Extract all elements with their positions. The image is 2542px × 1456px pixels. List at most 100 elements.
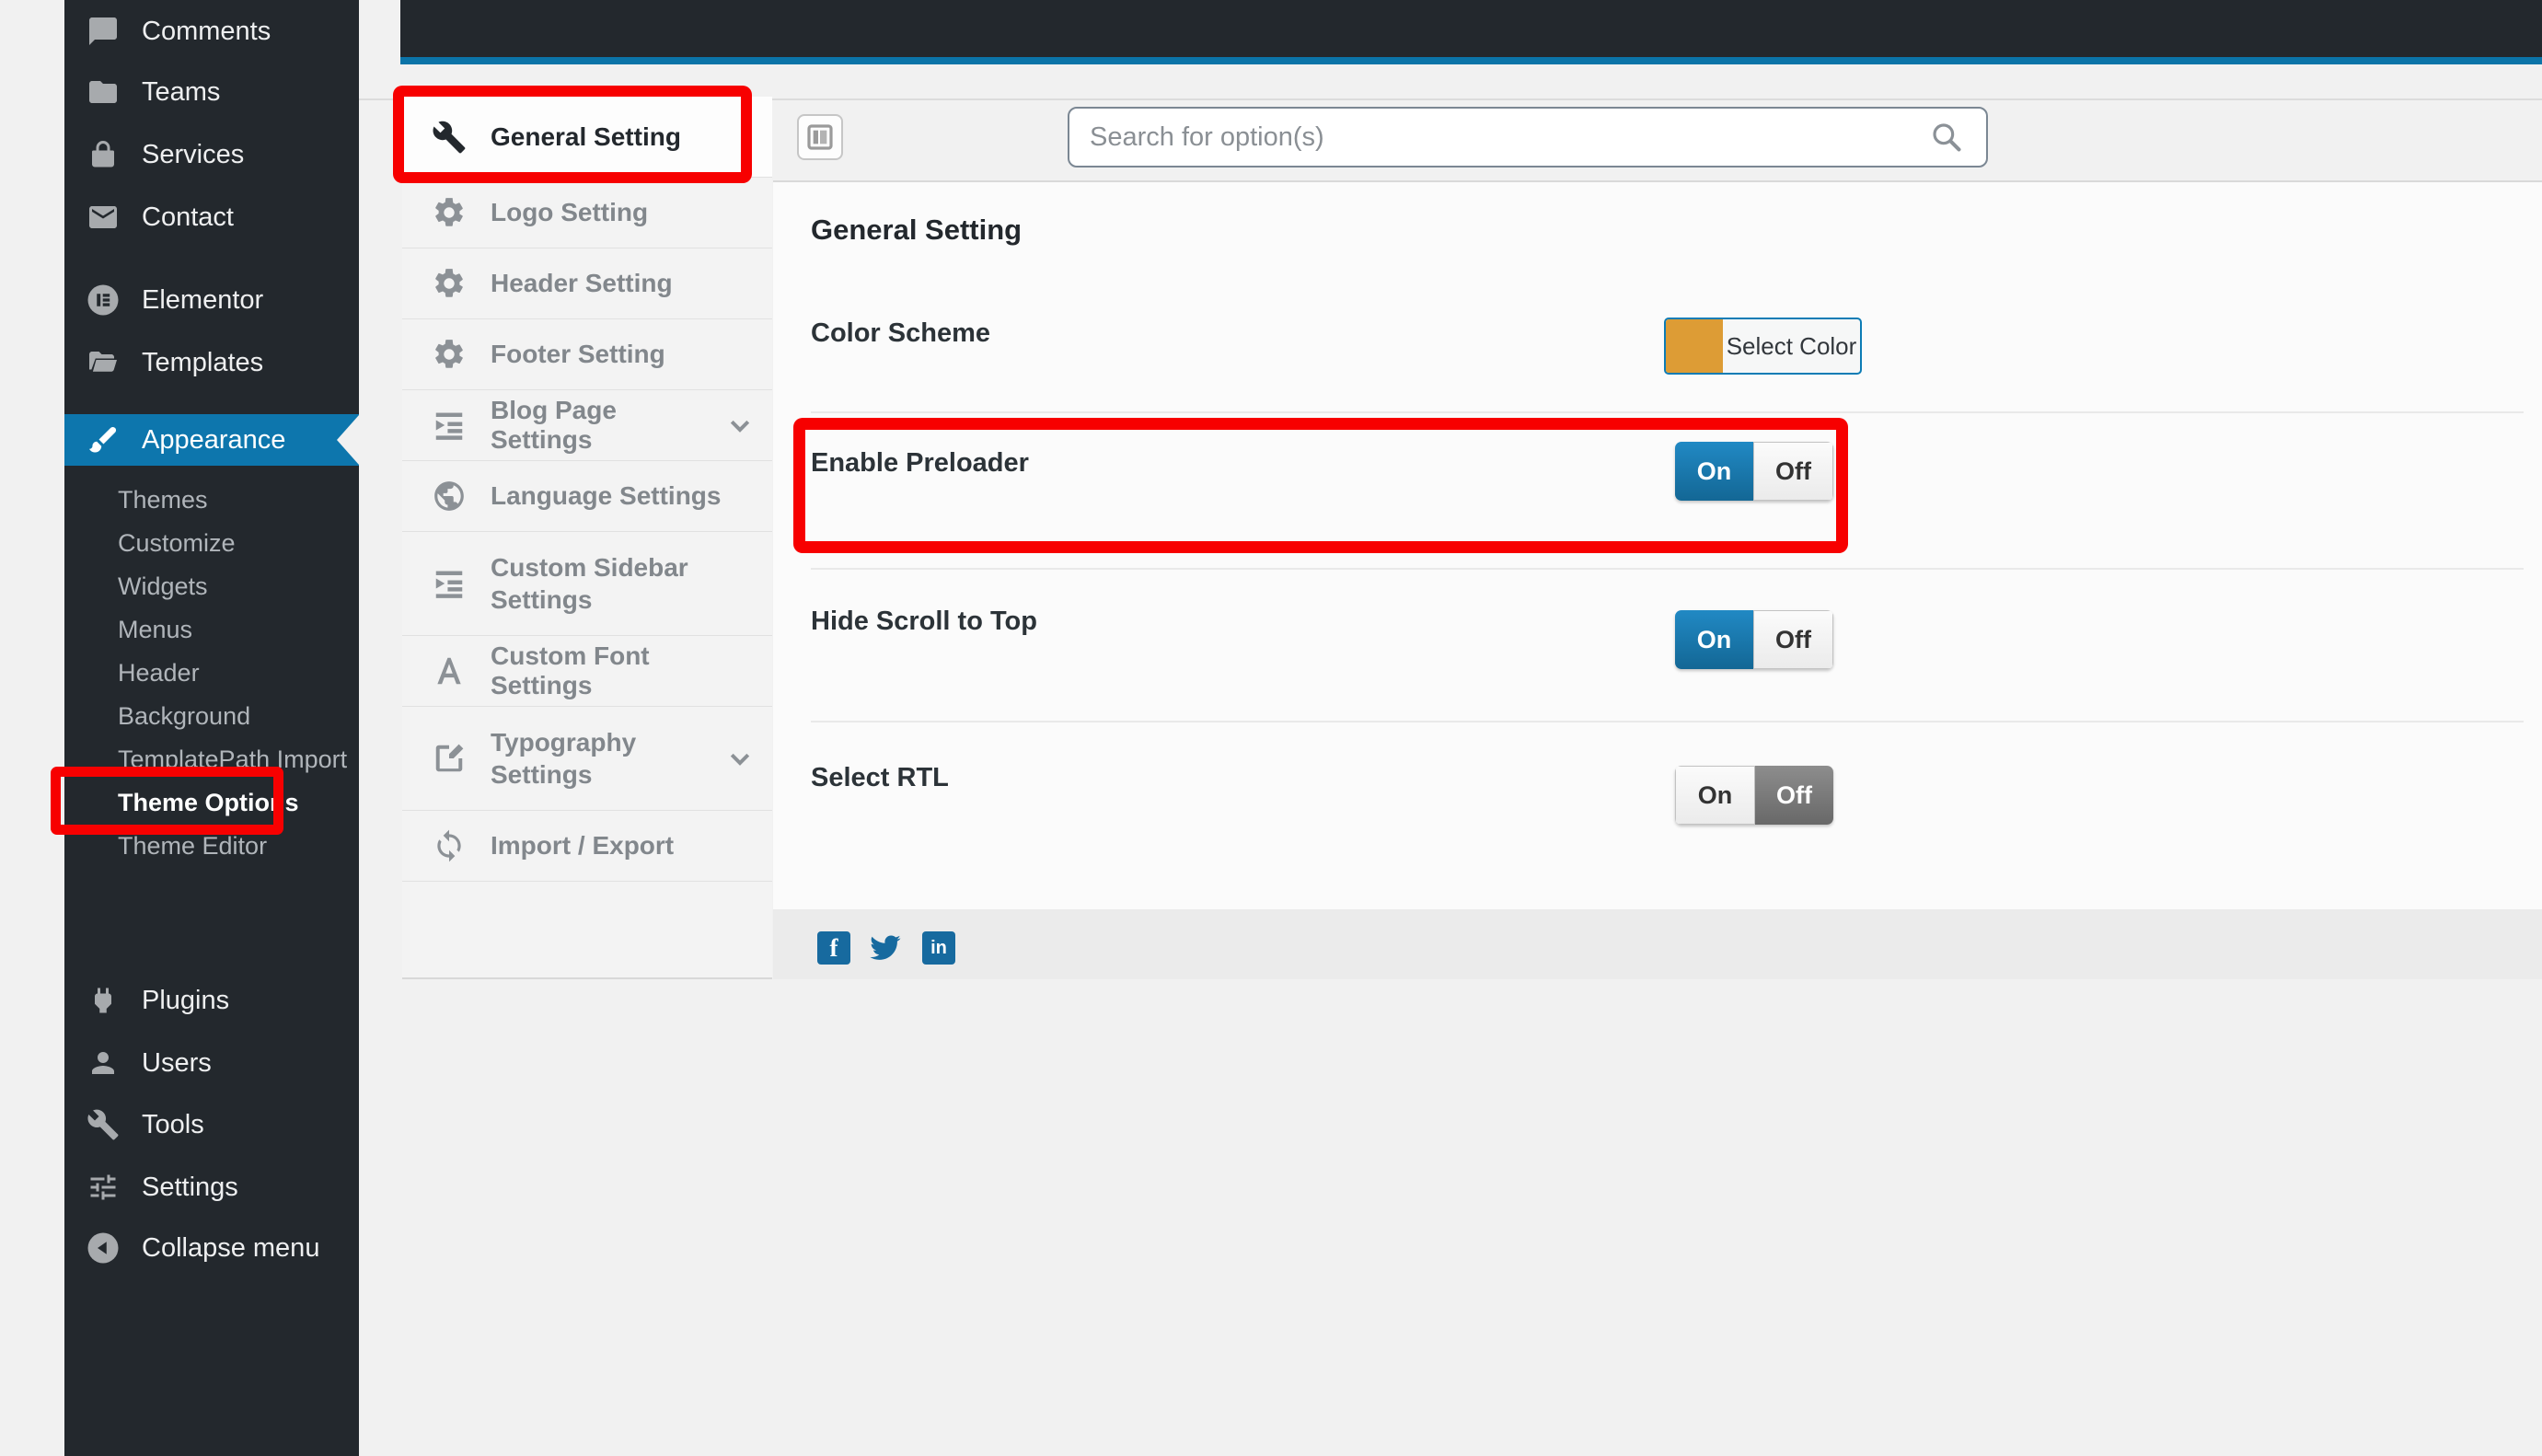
bag-icon — [92, 141, 114, 168]
color-swatch[interactable] — [1666, 319, 1723, 373]
toggle-off[interactable]: Off — [1753, 442, 1833, 501]
hide-scroll-label: Hide Scroll to Top — [811, 607, 1037, 636]
user-icon — [92, 1052, 114, 1074]
tab-custom-font-settings[interactable]: Custom Font Settings — [402, 636, 772, 707]
tab-blog-page-settings[interactable]: Blog Page Settings — [402, 390, 772, 461]
search-icon — [1933, 123, 1961, 152]
sidebar-item-users[interactable]: Users — [64, 1032, 359, 1094]
search-input[interactable] — [1068, 107, 1988, 168]
folder-icon — [89, 81, 117, 103]
tab-custom-sidebar-settings[interactable]: Custom Sidebar Settings — [402, 532, 772, 636]
sidebar-subitem-themes[interactable]: Themes — [64, 479, 359, 522]
indent-list-icon — [435, 412, 463, 440]
tab-label: General Setting — [491, 121, 681, 151]
comment-icon — [89, 17, 117, 45]
sidebar-item-templates[interactable]: Templates — [64, 331, 359, 394]
elementor-icon — [87, 284, 119, 316]
sidebar-subitem-templatepath-import[interactable]: TemplatePath Import — [64, 738, 359, 781]
content-footer — [773, 909, 2542, 979]
tab-import-export[interactable]: Import / Export — [402, 811, 772, 882]
sidebar-subitem-background[interactable]: Background — [64, 695, 359, 738]
gear-icon — [435, 340, 463, 368]
sidebar-subitem-menus[interactable]: Menus — [64, 608, 359, 652]
open-folder-icon — [89, 352, 117, 372]
sidebar-item-appearance[interactable]: Appearance — [64, 414, 359, 466]
tab-label: Import / Export — [491, 831, 675, 860]
font-icon — [437, 657, 461, 685]
tab-header-setting[interactable]: Header Setting — [402, 248, 772, 319]
sidebar-item-label: Users — [142, 1047, 212, 1078]
tab-typography-settings[interactable]: Typography Settings — [402, 707, 772, 811]
sidebar-subitem-theme-options[interactable]: Theme Options — [64, 781, 359, 825]
sidebar-item-comments[interactable]: Comments — [64, 0, 359, 63]
select-rtl-toggle[interactable]: On Off — [1675, 766, 1833, 825]
brush-icon — [89, 426, 117, 453]
toggle-off[interactable]: Off — [1755, 766, 1833, 825]
color-scheme-label: Color Scheme — [811, 318, 990, 348]
toggle-off[interactable]: Off — [1753, 610, 1833, 669]
submenu-label: Header — [118, 659, 200, 687]
wordpress-admin-screen: Comments Teams Services Contact Elemento… — [0, 0, 2542, 1456]
enable-preloader-toggle[interactable]: On Off — [1675, 442, 1833, 501]
panel-collapse-button[interactable] — [797, 114, 843, 160]
sidebar-subitem-header[interactable]: Header — [64, 652, 359, 695]
sidebar-item-services[interactable]: Services — [64, 123, 359, 186]
gear-icon — [435, 198, 463, 226]
sidebar-item-label: Contact — [142, 202, 234, 232]
divider — [811, 721, 2524, 722]
submenu-label: Menus — [118, 616, 193, 643]
toggle-on[interactable]: On — [1675, 766, 1755, 825]
wrench-icon — [87, 1109, 119, 1140]
tab-label: Blog Page Settings — [491, 396, 617, 454]
twitter-icon[interactable] — [869, 931, 902, 965]
admin-top-bar — [400, 0, 2542, 57]
sidebar-item-label: Collapse menu — [142, 1232, 320, 1263]
wrench-icon — [433, 121, 466, 153]
sidebar-item-tools[interactable]: Tools — [64, 1093, 359, 1156]
submenu-label: Theme Editor — [118, 832, 268, 860]
sidebar-item-collapse-menu[interactable]: Collapse menu — [64, 1217, 359, 1279]
sidebar-item-plugins[interactable]: Plugins — [64, 969, 359, 1032]
toggle-on[interactable]: On — [1675, 610, 1753, 669]
sidebar-item-label: Tools — [142, 1109, 204, 1139]
submenu-label: TemplatePath Import — [118, 745, 348, 773]
submenu-label: Background — [118, 702, 251, 730]
page-title: General Setting — [811, 214, 1023, 246]
tab-general-setting[interactable]: General Setting — [402, 97, 772, 178]
sidebar-item-contact[interactable]: Contact — [64, 186, 359, 248]
select-color-label: Select Color — [1726, 331, 1857, 360]
collapse-icon — [87, 1232, 119, 1264]
tab-label: Logo Setting — [491, 198, 649, 226]
sidebar-item-elementor[interactable]: Elementor — [64, 269, 359, 331]
sidebar-subitem-theme-editor[interactable]: Theme Editor — [64, 825, 359, 868]
sidebar-item-label: Plugins — [142, 985, 230, 1015]
facebook-icon[interactable]: f — [817, 931, 850, 965]
indent-list-icon — [435, 571, 463, 598]
settings-content-area — [773, 182, 2542, 909]
toggle-on[interactable]: On — [1675, 442, 1753, 501]
admin-sidebar: Comments Teams Services Contact Elemento… — [64, 0, 359, 1456]
sidebar-item-teams[interactable]: Teams — [64, 61, 359, 123]
sidebar-subitem-widgets[interactable]: Widgets — [64, 565, 359, 608]
select-color-button[interactable]: Select Color — [1664, 318, 1862, 375]
divider — [811, 568, 2524, 570]
tab-label: Header Setting — [491, 269, 673, 297]
sidebar-item-label: Elementor — [142, 284, 264, 315]
sidebar-item-label: Comments — [142, 16, 272, 46]
tab-footer-setting[interactable]: Footer Setting — [402, 319, 772, 390]
sidebar-subitem-customize[interactable]: Customize — [64, 522, 359, 565]
hide-scroll-toggle[interactable]: On Off — [1675, 610, 1833, 669]
gear-icon — [435, 269, 463, 297]
tab-label: Typography Settings — [491, 728, 637, 789]
tab-label: Footer Setting — [491, 340, 665, 368]
sidebar-item-label: Services — [142, 139, 245, 169]
sidebar-item-settings[interactable]: Settings — [64, 1156, 359, 1219]
sidebar-item-label: Templates — [142, 347, 264, 377]
submenu-label: Customize — [118, 529, 236, 557]
envelope-icon — [89, 206, 117, 228]
accent-line — [400, 57, 2542, 64]
tab-label: Custom Sidebar Settings — [491, 553, 688, 614]
tab-language-settings[interactable]: Language Settings — [402, 461, 772, 532]
linkedin-icon[interactable]: in — [922, 931, 955, 965]
tab-logo-setting[interactable]: Logo Setting — [402, 178, 772, 248]
